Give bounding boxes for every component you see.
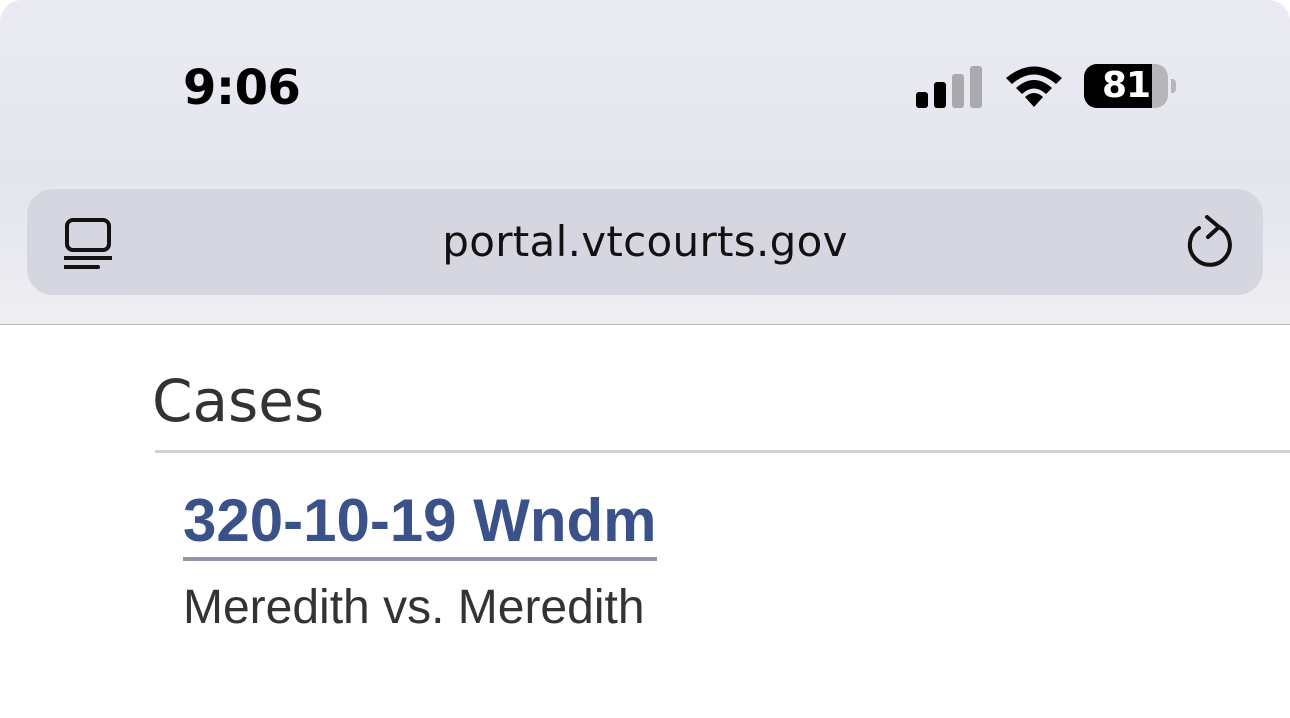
- signal-bar-3: [952, 74, 964, 108]
- heading-divider: [155, 450, 1290, 453]
- address-bar[interactable]: portal.vtcourts.gov: [27, 189, 1263, 295]
- cellular-signal-icon: [916, 66, 982, 108]
- url-text[interactable]: portal.vtcourts.gov: [27, 189, 1263, 295]
- signal-bar-4: [970, 66, 982, 108]
- reader-mode-icon[interactable]: [64, 216, 112, 270]
- wifi-icon: [1006, 66, 1062, 107]
- status-time: 9:06: [183, 60, 301, 116]
- case-title: Meredith vs. Meredith: [183, 581, 645, 634]
- signal-bar-1: [916, 92, 928, 108]
- case-number-link[interactable]: 320-10-19 Wndm: [183, 485, 657, 561]
- browser-chrome: 9:06 81 portal.vtcourts.gov: [0, 0, 1290, 325]
- signal-bar-2: [934, 82, 946, 108]
- cases-heading: Cases: [152, 367, 325, 435]
- battery-body: 81: [1084, 64, 1168, 108]
- page-content: Cases 320-10-19 Wndm Meredith vs. Meredi…: [0, 325, 1290, 718]
- battery-level: 81: [1101, 65, 1151, 106]
- battery-cap: [1171, 79, 1176, 93]
- reload-icon[interactable]: [1183, 215, 1235, 269]
- battery-icon: 81: [1084, 64, 1180, 110]
